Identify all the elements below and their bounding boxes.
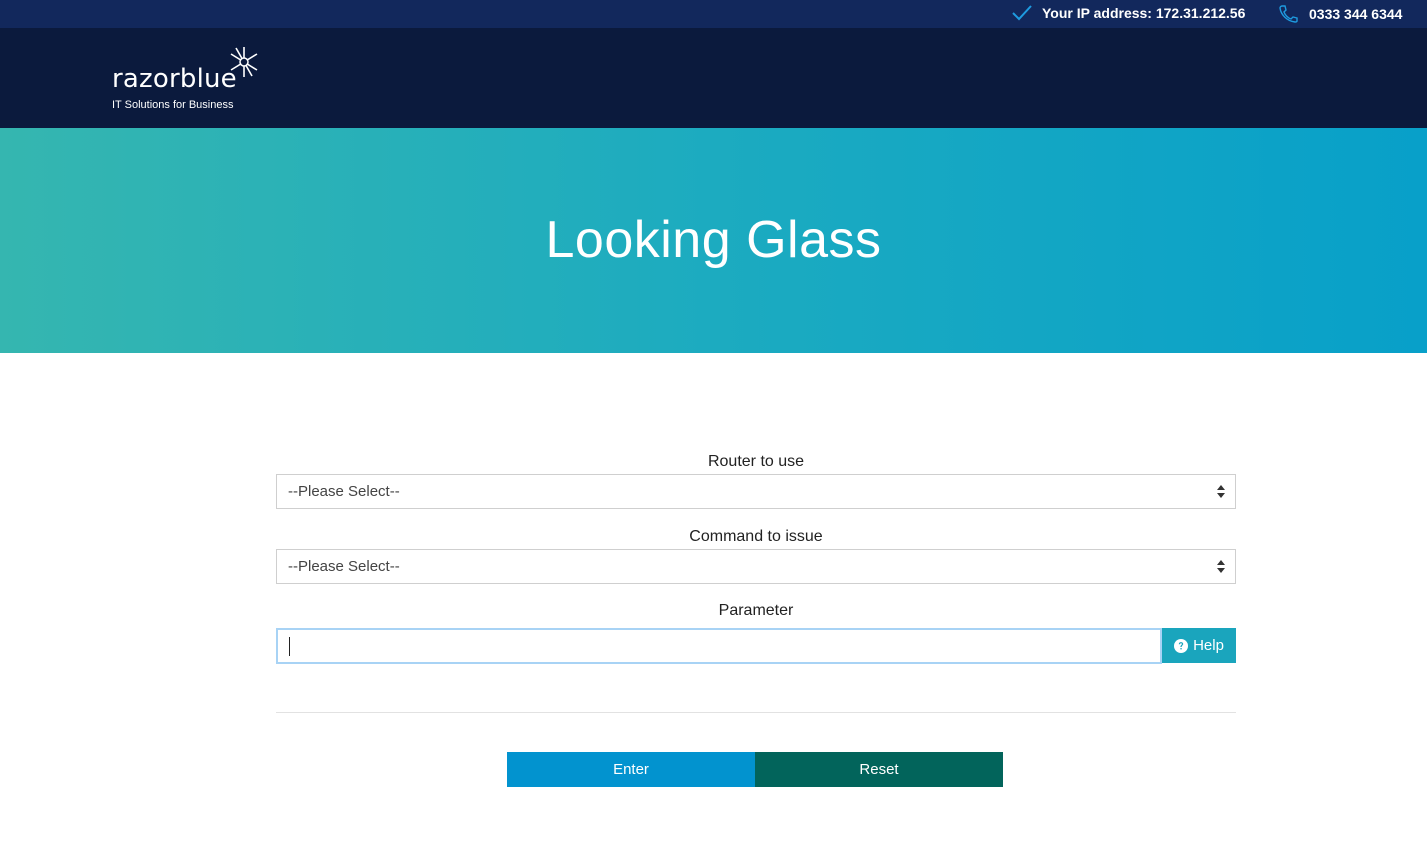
looking-glass-form: Router to use --Please Select-- Command … [276,450,1236,664]
phone-number[interactable]: 0333 344 6344 [1309,6,1402,22]
select-arrows-icon [1217,485,1225,498]
text-caret [289,637,290,656]
command-select-value: --Please Select-- [288,558,400,575]
help-button[interactable]: Help [1162,628,1236,663]
select-arrows-icon [1217,560,1225,573]
logo-tagline: IT Solutions for Business [112,99,234,111]
form-divider [276,712,1236,713]
site-header: razorblue IT Solutions for Business [0,28,1427,128]
top-bar: Your IP address: 172.31.212.56 0333 344 … [0,0,1427,28]
logo-star-icon [230,47,258,77]
router-select[interactable]: --Please Select-- [276,474,1236,509]
question-circle-icon [1174,638,1189,653]
command-label: Command to issue [689,528,823,545]
phone-icon [1279,5,1298,23]
parameter-input[interactable] [276,628,1162,664]
razorblue-logo[interactable]: razorblue IT Solutions for Business [112,46,272,116]
hero-banner: Looking Glass [0,128,1427,353]
parameter-label: Parameter [718,602,794,619]
checkmark-icon [1012,5,1032,21]
enter-button[interactable]: Enter [507,752,755,787]
ip-address-text: Your IP address: 172.31.212.56 [1042,5,1246,21]
router-select-value: --Please Select-- [288,483,400,500]
logo-wordmark: razorblue [112,64,237,94]
page-title: Looking Glass [545,211,882,269]
phone-link[interactable]: 0333 344 6344 [1278,5,1402,23]
router-label: Router to use [707,453,805,470]
reset-button-label: Reset [859,761,899,778]
enter-button-label: Enter [613,761,649,778]
help-button-label: Help [1193,637,1224,654]
ip-address-info: Your IP address: 172.31.212.56 [1012,5,1245,21]
reset-button[interactable]: Reset [755,752,1003,787]
command-select[interactable]: --Please Select-- [276,549,1236,584]
